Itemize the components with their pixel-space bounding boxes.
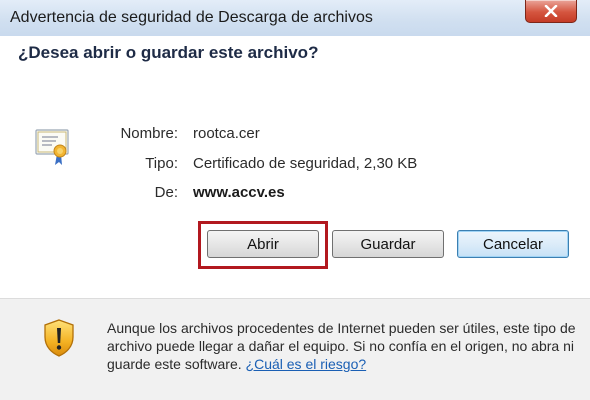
- close-button[interactable]: [525, 0, 577, 23]
- file-source: www.accv.es: [193, 184, 285, 201]
- from-label: De:: [154, 184, 178, 201]
- file-name: rootca.cer: [193, 125, 260, 142]
- name-label: Nombre:: [120, 125, 178, 142]
- type-label: Tipo:: [145, 155, 178, 172]
- file-type: Certificado de seguridad, 2,30 KB: [193, 155, 418, 172]
- close-icon: [544, 5, 558, 17]
- cancel-button[interactable]: Cancelar: [457, 230, 569, 258]
- title-bar: Advertencia de seguridad de Descarga de …: [0, 0, 590, 37]
- window-title: Advertencia de seguridad de Descarga de …: [10, 9, 373, 26]
- risk-link[interactable]: ¿Cuál es el riesgo?: [246, 356, 367, 372]
- dialog-question: ¿Desea abrir o guardar este archivo?: [18, 43, 319, 62]
- highlight-annotation: [198, 221, 328, 269]
- security-warning-text: Aunque los archivos procedentes de Inter…: [107, 319, 577, 373]
- certificate-icon: [35, 129, 69, 165]
- save-button[interactable]: Guardar: [332, 230, 444, 258]
- warning-shield-icon: [44, 319, 74, 357]
